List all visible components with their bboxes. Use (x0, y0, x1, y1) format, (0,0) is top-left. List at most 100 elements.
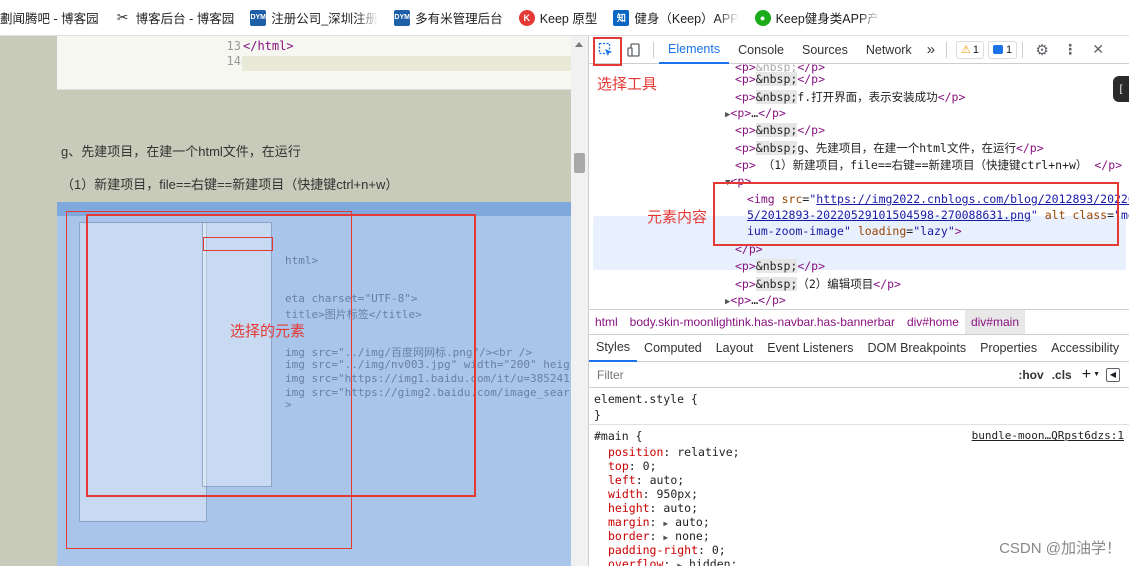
bookmark-3[interactable]: DYM 多有米管理后台 (388, 6, 509, 30)
blog-page: 13 14 </html> g、先建项目，在建一个html文件，在运行 （1）新… (0, 36, 588, 566)
bookmark-2-label: 注册公司_深圳注册 (271, 12, 379, 26)
tab-computed[interactable]: Computed (637, 335, 709, 362)
tab-console[interactable]: Console (729, 36, 793, 64)
kebab-menu-icon: ⋮ (1063, 41, 1078, 57)
scroll-up-icon[interactable] (575, 42, 583, 47)
tab-event-listeners[interactable]: Event Listeners (760, 335, 860, 362)
messages-badge[interactable]: 1 (988, 40, 1018, 59)
cnblogs-icon: ✂ (116, 9, 129, 25)
css-property-name[interactable]: height (608, 501, 650, 515)
css-property-value[interactable]: auto; (650, 473, 685, 487)
dom-node-collapsed[interactable]: ▶<p>…</p> (725, 106, 786, 120)
dom-node[interactable]: <p>&nbsp;g、先建项目，在建一个html文件，在运行</p> (735, 140, 1044, 156)
element-content-highlight (713, 182, 1119, 246)
css-property-value[interactable]: auto; (668, 515, 710, 529)
breadcrumb-home[interactable]: div#home (901, 310, 965, 334)
dom-node[interactable]: <p>&nbsp;</p> (735, 123, 825, 137)
toggle-sidebar-icon[interactable]: ◀ (1106, 367, 1120, 382)
css-property-value[interactable]: none; (668, 529, 710, 543)
css-property-value[interactable]: auto; (663, 501, 698, 515)
more-options-button[interactable]: ⋮ (1056, 36, 1084, 64)
css-property[interactable]: top: 0; (608, 459, 657, 473)
css-property-value[interactable]: relative; (677, 445, 739, 459)
css-property-value[interactable]: 0; (643, 459, 657, 473)
styles-filter-bar: :hov .cls + ▼ ◀ (589, 362, 1129, 388)
breadcrumb-main[interactable]: div#main (964, 310, 1025, 334)
css-property-name[interactable]: border (608, 529, 650, 543)
more-tabs-button[interactable]: » (921, 36, 941, 64)
tab-elements[interactable]: Elements (659, 36, 730, 64)
dom-node[interactable]: <p>&nbsp;f.打开界面，表示安装成功</p> (735, 89, 965, 105)
message-icon (993, 45, 1004, 54)
dym-icon: DYM (250, 9, 267, 26)
tab-network[interactable]: Network (857, 36, 921, 64)
zhihu-icon: 知 (613, 9, 630, 26)
tab-sources[interactable]: Sources (793, 36, 857, 64)
css-property-value[interactable]: 950px; (656, 487, 698, 501)
css-property-name[interactable]: top (608, 459, 629, 473)
bookmark-5[interactable]: 知 健身（Keep）APP (607, 6, 744, 30)
side-panel-toggle[interactable]: [ (1113, 76, 1129, 102)
css-property[interactable]: padding-right: 0; (608, 543, 726, 557)
bookmark-1[interactable]: ✂ 博客后台 - 博客园 (109, 6, 241, 30)
bookmark-6[interactable]: ● Keep健身类APP产 (749, 6, 886, 30)
code-block: 13 14 </html> (57, 36, 588, 90)
tab-layout[interactable]: Layout (709, 335, 761, 362)
device-toolbar-button[interactable] (620, 36, 648, 64)
bookmark-4[interactable]: K Keep 原型 (513, 6, 604, 30)
tab-dom-breakpoints[interactable]: DOM Breakpoints (860, 335, 973, 362)
styles-filter-input[interactable] (597, 367, 1019, 382)
stylesheet-source-link[interactable]: bundle-moon…QRpst6dzs:1 (972, 429, 1124, 442)
devtools-panel: Elements Console Sources Network » ⚠ 1 1… (588, 36, 1129, 566)
bookmark-6-label: Keep健身类APP产 (775, 12, 880, 26)
css-property-name[interactable]: padding-right (608, 543, 698, 557)
element-content-label: 元素内容 (647, 208, 708, 226)
scrollbar-thumb[interactable] (574, 153, 585, 173)
css-property-name[interactable]: width (608, 487, 643, 501)
messages-count: 1 (1006, 43, 1013, 56)
css-property[interactable]: left: auto; (608, 473, 684, 487)
dom-node[interactable]: <p> （1）新建项目，file==右键==新建项目（快捷键ctrl+n+w） … (735, 157, 1122, 173)
hov-toggle[interactable]: :hov (1018, 368, 1043, 382)
dom-node[interactable]: <p>&nbsp;</p> (735, 259, 825, 273)
cls-toggle[interactable]: .cls (1052, 368, 1072, 382)
dom-node[interactable]: <p>&nbsp;</p> (735, 72, 825, 86)
select-tool-label: 选择工具 (597, 76, 658, 93)
line-number: 14 (226, 54, 241, 68)
settings-button[interactable]: ⚙ (1028, 36, 1056, 64)
breadcrumb-html[interactable]: html (589, 310, 624, 334)
dom-node-collapsed[interactable]: ▶<p>…</p> (725, 293, 786, 307)
css-property-name[interactable]: margin (608, 515, 650, 529)
page-scrollbar[interactable] (571, 36, 588, 566)
main-rule-selector[interactable]: #main { (594, 429, 642, 443)
tab-accessibility[interactable]: Accessibility (1044, 335, 1126, 362)
bookmark-0[interactable]: 劃闻腾吧 - 博客园 (0, 6, 105, 30)
breadcrumb-body[interactable]: body.skin-moonlightink.has-navbar.has-ba… (624, 310, 901, 334)
css-property-name[interactable]: position (608, 445, 663, 459)
elements-tree[interactable]: <p>&nbsp;</p> <p>&nbsp;</p> <p>&nbsp;f.打… (589, 64, 1129, 309)
css-property[interactable]: overflow: ▶ hidden; (608, 557, 737, 566)
css-property[interactable]: height: auto; (608, 501, 698, 515)
tab-styles[interactable]: Styles (589, 335, 638, 362)
img-class-value: med (1120, 208, 1129, 222)
css-property[interactable]: width: 950px; (608, 487, 698, 501)
css-property[interactable]: margin: ▶ auto; (608, 515, 710, 529)
css-property-name[interactable]: overflow (608, 557, 663, 566)
css-property-name[interactable]: left (608, 473, 636, 487)
element-style-rule[interactable]: element.style { (594, 392, 698, 406)
toolbar-separator (1022, 41, 1024, 58)
css-property-value[interactable]: 0; (712, 543, 726, 557)
dom-node[interactable]: <p>&nbsp;（2）编辑项目</p> (735, 276, 901, 292)
paragraph: （1）新建项目，file==右键==新建项目（快捷键ctrl+n+w） (61, 177, 399, 192)
bookmark-1-label: 博客后台 - 博客园 (135, 12, 235, 26)
close-devtools-button[interactable]: ✕ (1084, 36, 1112, 64)
bookmark-2[interactable]: DYM 注册公司_深圳注册 (244, 6, 384, 30)
css-property-value[interactable]: hidden; (682, 557, 737, 566)
add-rule-icon[interactable]: + (1082, 366, 1091, 384)
tab-properties[interactable]: Properties (973, 335, 1044, 362)
warnings-badge[interactable]: ⚠ 1 (956, 40, 985, 59)
bookmark-5-label: 健身（Keep）APP (634, 12, 739, 26)
css-property[interactable]: border: ▶ none; (608, 529, 710, 543)
bookmark-4-label: Keep 原型 (539, 12, 598, 26)
css-property[interactable]: position: relative; (608, 445, 740, 459)
